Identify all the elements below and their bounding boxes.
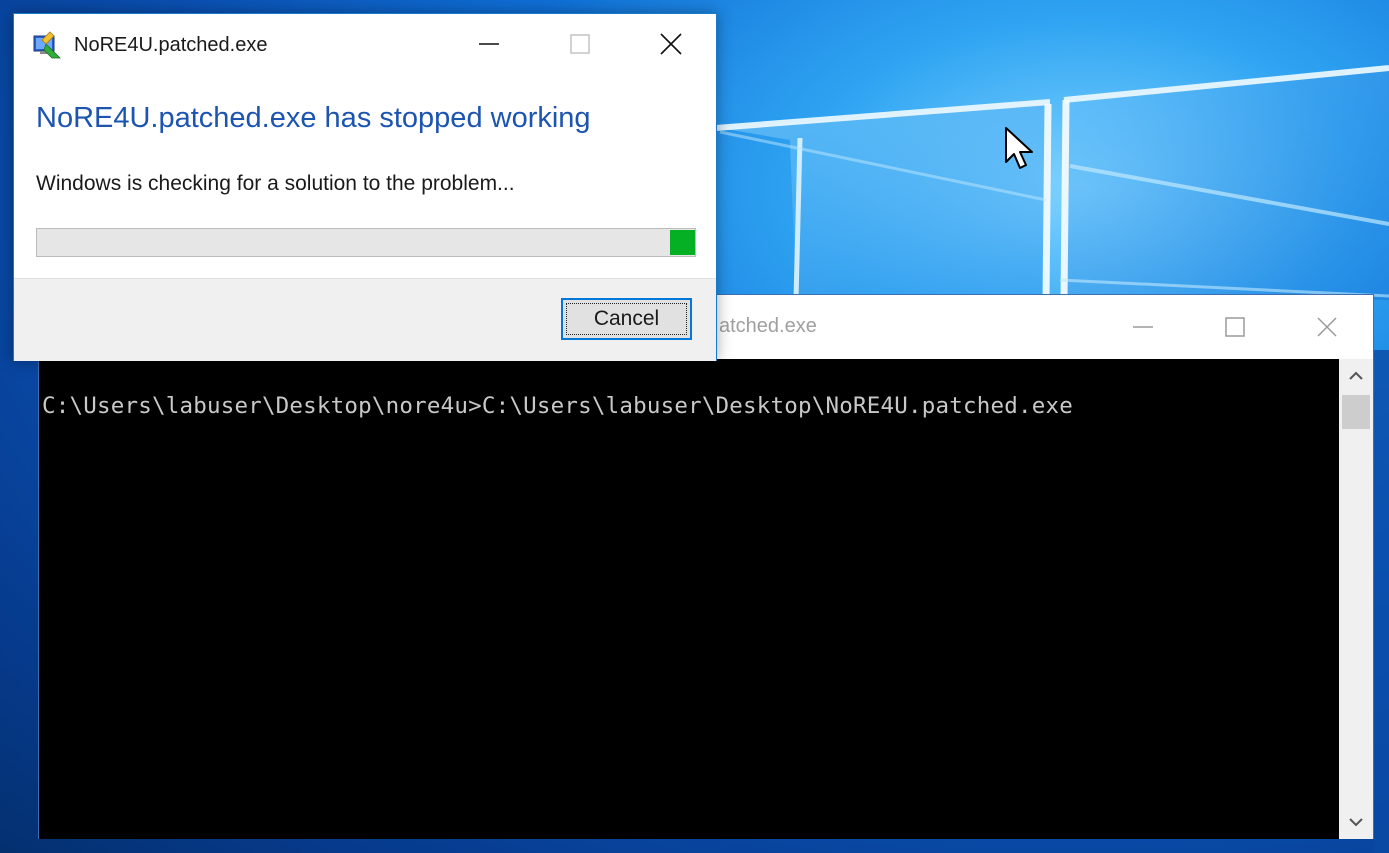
console-minimize-button[interactable] [1097,295,1189,359]
dialog-footer: Cancel [14,278,716,361]
dialog-close-button[interactable] [625,14,716,74]
cancel-button[interactable]: Cancel [561,298,692,340]
console-maximize-button[interactable] [1189,295,1281,359]
console-command-line: C:\Users\labuser\Desktop\nore4u>C:\Users… [42,393,1073,419]
console-scrollbar[interactable] [1339,359,1373,839]
dialog-heading: NoRE4U.patched.exe has stopped working [36,102,591,134]
console-output[interactable]: C:\Users\labuser\Desktop\nore4u>C:\Users… [39,359,1339,839]
progress-bar [36,228,696,257]
minimize-icon [478,43,499,45]
dialog-titlebar[interactable]: NoRE4U.patched.exe [14,14,716,76]
dialog-message: Windows is checking for a solution to th… [36,172,515,195]
progress-bar-fill [669,230,695,255]
problem-reporting-icon [33,31,61,59]
console-close-button[interactable] [1281,295,1373,359]
close-icon [1317,317,1337,337]
maximize-icon [569,34,590,54]
maximize-icon [1225,317,1245,337]
console-window[interactable]: atched.exe C:\Users\labuser\Desktop\nore… [38,294,1374,839]
console-window-controls [1097,295,1373,359]
console-title: atched.exe [719,315,817,337]
chevron-up-icon [1349,371,1363,380]
dialog-minimize-button[interactable] [443,14,534,74]
close-icon [659,33,682,55]
error-dialog[interactable]: NoRE4U.patched.exe NoRE4U.patched.exe ha… [13,13,717,361]
dialog-title: NoRE4U.patched.exe [74,34,268,56]
scroll-up-button[interactable] [1339,359,1373,393]
minimize-icon [1133,326,1153,328]
arrow-cursor-icon [1005,127,1033,169]
scroll-thumb[interactable] [1342,395,1370,429]
dialog-window-controls [443,14,716,74]
dialog-maximize-button[interactable] [534,14,625,74]
scroll-down-button[interactable] [1339,805,1373,839]
chevron-down-icon [1349,818,1363,827]
